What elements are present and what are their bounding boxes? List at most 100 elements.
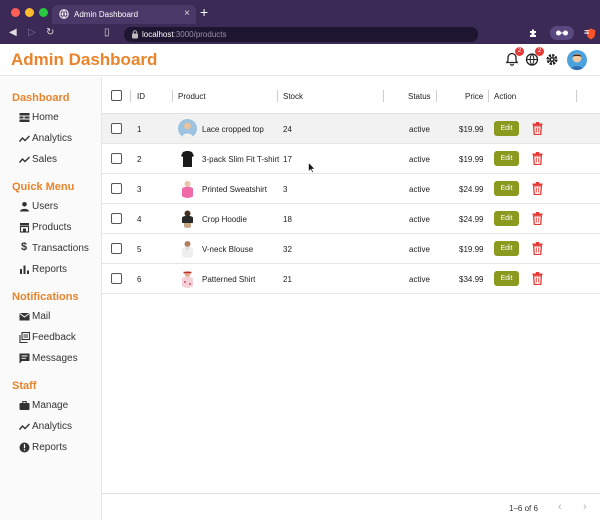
cell-product: Printed Sweatshirt: [202, 185, 267, 194]
cell-id: 1: [137, 125, 142, 134]
row-checkbox[interactable]: [111, 123, 122, 134]
table-row[interactable]: 5 V-neck Blouse 32 active $19.99 Edit: [102, 234, 600, 264]
delete-icon[interactable]: [532, 272, 543, 285]
edit-button[interactable]: Edit: [494, 241, 519, 256]
avatar[interactable]: [567, 50, 587, 70]
row-checkbox[interactable]: [111, 273, 122, 284]
language-button[interactable]: 2: [524, 47, 544, 67]
product-image: [178, 239, 197, 258]
table-row[interactable]: 2 3-pack Slim Fit T-shirt 17 active $19.…: [102, 144, 600, 174]
address-bar-row: ◀ ▷ ↻ ▯ localhost:3000/products ≡: [0, 24, 600, 44]
globe-icon: [59, 9, 69, 19]
person-icon: [20, 202, 29, 212]
column-header-price[interactable]: Price: [465, 92, 483, 101]
product-image: [178, 179, 197, 198]
edit-button[interactable]: Edit: [494, 151, 519, 166]
next-page-icon[interactable]: ›: [583, 501, 587, 513]
cell-id: 4: [137, 215, 142, 224]
delete-icon[interactable]: [532, 122, 543, 135]
maximize-window-button[interactable]: [39, 8, 48, 17]
sidebar-item-label: Mail: [32, 311, 51, 322]
row-checkbox[interactable]: [111, 213, 122, 224]
notification-badge: 2: [515, 47, 524, 56]
column-separator: [130, 90, 131, 102]
bookmark-icon[interactable]: ▯: [104, 27, 110, 38]
forward-icon[interactable]: ▷: [28, 27, 36, 38]
cell-price: $19.99: [459, 245, 484, 254]
close-window-button[interactable]: [11, 8, 20, 17]
reload-icon[interactable]: ↻: [46, 27, 54, 38]
sidebar-section-quick-menu: Quick Menu: [12, 181, 75, 193]
extensions-icon[interactable]: [528, 28, 538, 38]
browser-tab[interactable]: Admin Dashboard ×: [52, 5, 196, 24]
sidebar-item-products[interactable]: Products: [19, 220, 101, 236]
edit-button[interactable]: Edit: [494, 181, 519, 196]
table-row[interactable]: 4 Crop Hoodie 18 active $24.99 Edit: [102, 204, 600, 234]
delete-icon[interactable]: [532, 152, 543, 165]
url-field[interactable]: localhost:3000/products: [124, 27, 596, 42]
sidebar-item-users[interactable]: Users: [19, 199, 101, 215]
sidebar-item-mail[interactable]: Mail: [19, 309, 101, 325]
notifications-button[interactable]: 2: [504, 47, 524, 67]
cell-stock: 17: [283, 155, 292, 164]
browser-menu-icon[interactable]: ≡: [584, 27, 589, 37]
sidebar-section-notifications: Notifications: [12, 291, 79, 303]
table-row[interactable]: 3 Printed Sweatshirt 3 active $24.99 Edi…: [102, 174, 600, 204]
cell-price: $34.99: [459, 275, 484, 284]
grid-header: ID Product Stock Status Price Action: [102, 77, 600, 114]
sidebar-item-label: Users: [32, 201, 59, 212]
sidebar-item-messages[interactable]: Messages: [19, 351, 101, 367]
table-row[interactable]: 1 Lace cropped top 24 active $19.99 Edit: [102, 114, 600, 144]
delete-icon[interactable]: [532, 212, 543, 225]
cell-stock: 18: [283, 215, 292, 224]
sidebar-item-feedback[interactable]: Feedback: [19, 330, 101, 346]
table-row[interactable]: 6 Patterned Shirt 21 active $34.99 Edit: [102, 264, 600, 294]
cell-stock: 24: [283, 125, 292, 134]
sidebar-item-reports[interactable]: Reports: [19, 262, 101, 278]
profile-glasses-icon[interactable]: [550, 26, 574, 40]
column-header-id[interactable]: ID: [137, 92, 145, 101]
previous-page-icon[interactable]: ‹: [558, 501, 562, 513]
row-checkbox[interactable]: [111, 183, 122, 194]
column-separator: [488, 90, 489, 102]
column-header-stock[interactable]: Stock: [283, 92, 303, 101]
mouse-cursor-icon: [308, 162, 315, 173]
cell-price: $24.99: [459, 185, 484, 194]
edit-button[interactable]: Edit: [494, 211, 519, 226]
sidebar-item-transactions[interactable]: $ Transactions: [19, 241, 101, 257]
settings-button[interactable]: [544, 51, 560, 67]
edit-button[interactable]: Edit: [494, 271, 519, 286]
sidebar-item-staff-analytics[interactable]: Analytics: [19, 419, 101, 435]
row-checkbox[interactable]: [111, 153, 122, 164]
tab-close-icon[interactable]: ×: [184, 8, 190, 19]
sidebar-item-label: Transactions: [32, 243, 89, 254]
sidebar-item-label: Sales: [32, 154, 58, 165]
column-header-status[interactable]: Status: [408, 92, 431, 101]
page-title: Admin Dashboard: [11, 50, 158, 69]
select-all-checkbox[interactable]: [111, 90, 122, 101]
column-separator: [172, 90, 173, 102]
delete-icon[interactable]: [532, 242, 543, 255]
sidebar-item-label: Products: [32, 222, 72, 233]
cell-product: Lace cropped top: [202, 125, 264, 134]
sidebar-item-home[interactable]: Home: [19, 110, 101, 126]
pagination-label: 1–6 of 6: [509, 504, 538, 513]
sidebar-item-staff-reports[interactable]: Reports: [19, 440, 101, 456]
row-checkbox[interactable]: [111, 243, 122, 254]
sidebar-item-label: Analytics: [32, 133, 73, 144]
sidebar-item-manage[interactable]: Manage: [19, 398, 101, 414]
minimize-window-button[interactable]: [25, 8, 34, 17]
column-header-product[interactable]: Product: [178, 92, 206, 101]
sidebar-item-analytics[interactable]: Analytics: [19, 131, 101, 147]
sidebar-item-label: Home: [32, 112, 59, 123]
language-badge: 2: [535, 47, 544, 56]
tab-title: Admin Dashboard: [74, 10, 139, 19]
store-icon: [19, 223, 30, 233]
sidebar-item-label: Messages: [32, 353, 78, 364]
delete-icon[interactable]: [532, 182, 543, 195]
column-header-action[interactable]: Action: [494, 92, 516, 101]
new-tab-button[interactable]: +: [200, 4, 208, 20]
back-icon[interactable]: ◀: [9, 27, 17, 38]
edit-button[interactable]: Edit: [494, 121, 519, 136]
sidebar-item-sales[interactable]: Sales: [19, 152, 101, 168]
